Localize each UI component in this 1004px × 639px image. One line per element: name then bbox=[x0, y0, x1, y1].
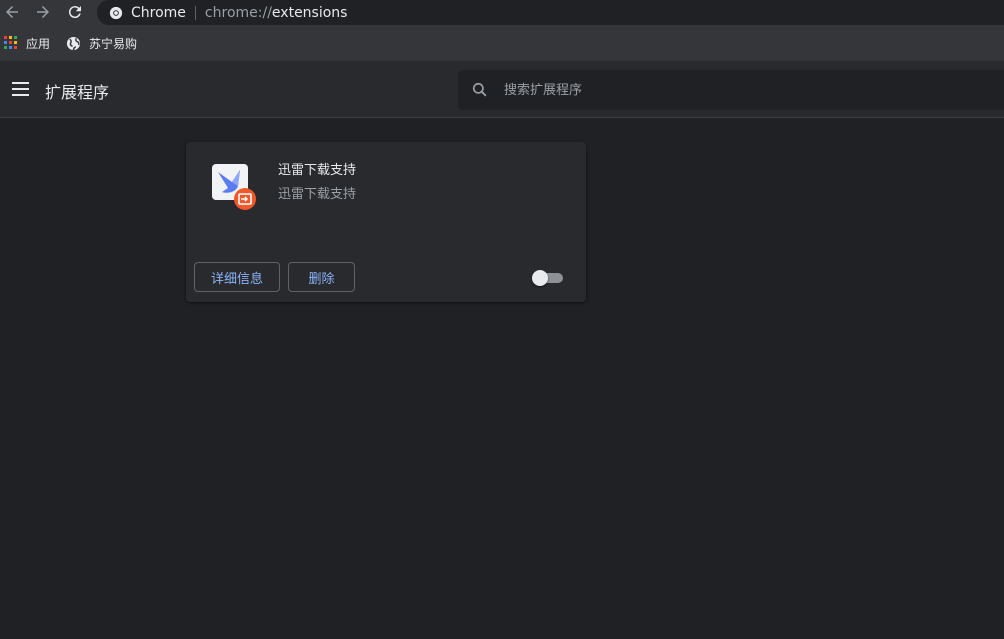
search-box[interactable] bbox=[458, 70, 1004, 110]
hamburger-line bbox=[12, 82, 29, 84]
forward-arrow-icon bbox=[37, 6, 49, 18]
extension-name: 迅雷下载支持 bbox=[278, 163, 357, 178]
remove-button[interactable]: 删除 bbox=[288, 262, 355, 292]
back-button[interactable] bbox=[0, 0, 24, 24]
back-arrow-icon bbox=[6, 6, 18, 18]
bookmark-apps[interactable]: 应用 bbox=[4, 31, 50, 55]
browser-toolbar: Chrome chrome://extensions bbox=[0, 0, 1004, 25]
details-button[interactable]: 详细信息 bbox=[194, 262, 280, 292]
globe-icon bbox=[66, 36, 81, 50]
forward-button[interactable] bbox=[31, 0, 55, 24]
omnibox-chip-label: Chrome bbox=[131, 4, 186, 21]
hamburger-line bbox=[12, 94, 29, 96]
search-icon bbox=[472, 82, 487, 97]
reload-button[interactable] bbox=[63, 0, 87, 24]
hamburger-line bbox=[12, 88, 29, 90]
address-bar[interactable]: Chrome chrome://extensions bbox=[97, 0, 1004, 25]
url-scheme: chrome:// bbox=[204, 4, 272, 21]
main-menu-button[interactable] bbox=[12, 78, 34, 100]
bookmark-suning[interactable]: 苏宁易购 bbox=[66, 31, 137, 55]
apps-grid-icon bbox=[4, 36, 17, 49]
xunlei-bird-icon bbox=[212, 164, 256, 210]
search-input[interactable] bbox=[502, 81, 946, 99]
bookmark-apps-label: 应用 bbox=[26, 36, 51, 51]
url-path: extensions bbox=[271, 4, 348, 21]
toggle-knob bbox=[532, 270, 548, 286]
extension-description: 迅雷下载支持 bbox=[278, 187, 357, 202]
page-title: 扩展程序 bbox=[45, 83, 110, 102]
enable-toggle[interactable] bbox=[532, 270, 564, 286]
omnibox-separator bbox=[194, 5, 196, 20]
reload-icon bbox=[68, 6, 81, 19]
bookmarks-bar: 应用 苏宁易购 bbox=[0, 25, 1004, 61]
extensions-header: 扩展程序 bbox=[0, 61, 1004, 118]
bookmark-suning-label: 苏宁易购 bbox=[89, 36, 138, 51]
chrome-logo-icon bbox=[109, 6, 123, 19]
extension-card: 迅雷下载支持 迅雷下载支持 详细信息 删除 bbox=[186, 142, 586, 302]
